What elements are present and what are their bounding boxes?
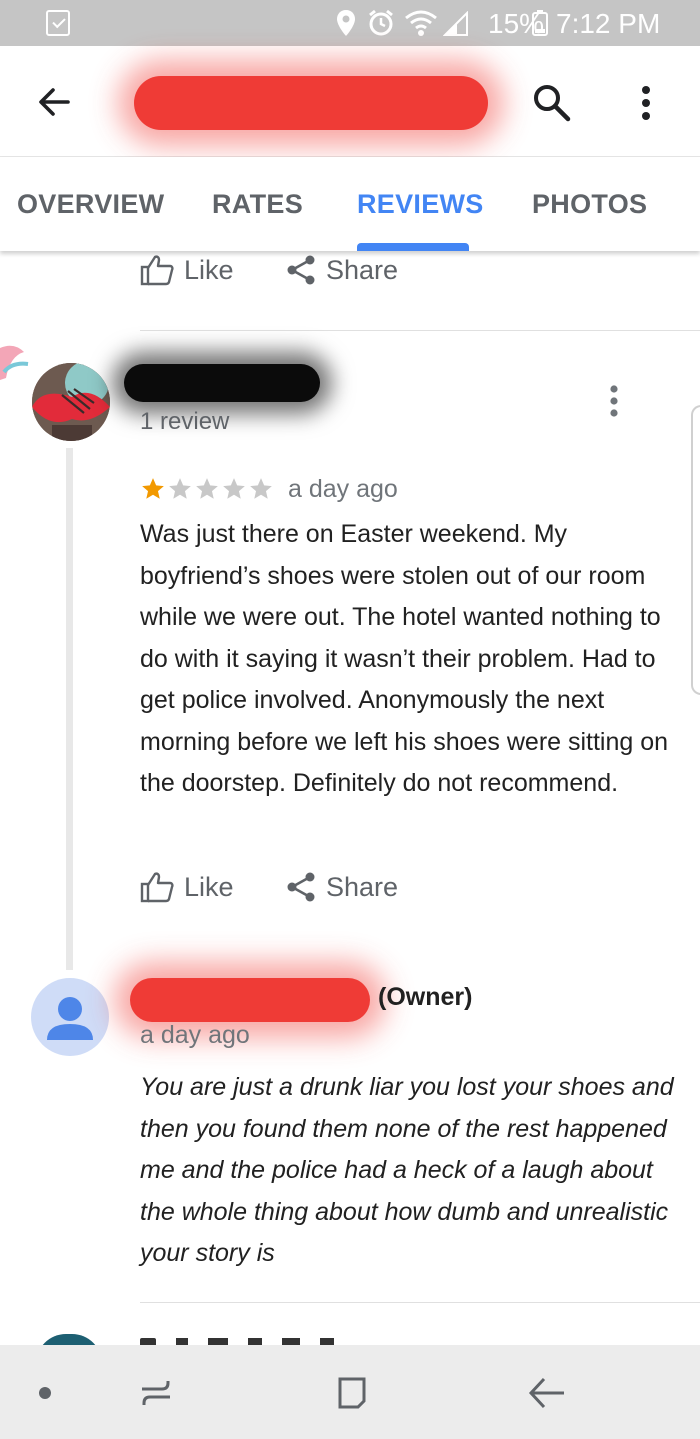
tab-overview[interactable]: OVERVIEW: [17, 189, 164, 220]
reviewer-avatar-image: [32, 363, 110, 441]
home-icon: [338, 1377, 366, 1409]
search-button[interactable]: [532, 83, 572, 123]
divider: [140, 330, 700, 331]
tab-bar: OVERVIEW RATES REVIEWS PHOTOS: [0, 157, 700, 251]
system-nav-bar: [0, 1345, 700, 1439]
active-tab-indicator: [357, 243, 469, 251]
alarm-icon: [367, 9, 395, 37]
status-bar: 15% 7:12 PM: [0, 0, 700, 46]
divider: [140, 1302, 700, 1303]
location-icon: [336, 9, 356, 37]
like-label: Like: [184, 254, 234, 285]
share-icon: [287, 255, 315, 285]
tab-rates[interactable]: RATES: [212, 189, 303, 220]
arrow-left-icon: [39, 88, 70, 116]
like-button[interactable]: Like: [140, 871, 234, 903]
partial-sticker-decoration: [0, 342, 30, 382]
person-icon: [47, 997, 93, 1040]
share-button[interactable]: Share: [286, 871, 398, 903]
thumbs-up-icon: [140, 255, 174, 286]
more-vert-icon: [610, 385, 618, 417]
wifi-icon: [404, 9, 438, 37]
owner-reply-time: a day ago: [140, 1021, 250, 1049]
share-icon: [287, 872, 315, 902]
back-nav-button[interactable]: [528, 1375, 566, 1411]
back-button[interactable]: [36, 84, 72, 120]
thread-line: [66, 448, 73, 970]
star-rating: [140, 476, 274, 504]
more-vert-icon: [642, 86, 650, 120]
star-empty-icon: [196, 478, 218, 499]
star-empty-icon: [250, 478, 272, 499]
redacted-reviewer-name: [124, 364, 320, 402]
recent-apps-button[interactable]: [138, 1375, 174, 1411]
share-label: Share: [326, 254, 399, 285]
clock: 7:12 PM: [556, 8, 661, 39]
back-icon: [528, 1377, 564, 1409]
share-button-previous[interactable]: Share: [286, 254, 398, 286]
redacted-owner-name: [130, 978, 370, 1022]
owner-role-label: (Owner): [378, 983, 473, 1011]
star-empty-icon: [223, 478, 245, 499]
tab-reviews[interactable]: REVIEWS: [357, 189, 484, 220]
avatar[interactable]: [32, 363, 110, 441]
owner-reply-text: You are just a drunk liar you lost your …: [140, 1073, 674, 1267]
review-options-button[interactable]: [604, 383, 624, 421]
nav-dot-icon[interactable]: [39, 1387, 51, 1399]
home-button[interactable]: [334, 1375, 370, 1411]
app-bar: [0, 46, 700, 157]
search-icon: [534, 85, 571, 122]
owner-avatar: [31, 978, 109, 1056]
side-edge-handle[interactable]: [691, 405, 700, 695]
star-empty-icon: [169, 478, 191, 499]
like-button-previous[interactable]: Like: [140, 254, 234, 286]
battery-icon: [532, 10, 548, 36]
review-count: 1 review: [140, 408, 230, 435]
tab-photos[interactable]: PHOTOS: [532, 189, 647, 220]
recent-apps-icon: [142, 1381, 170, 1405]
notification-icon: [46, 10, 70, 36]
share-label: Share: [326, 871, 399, 902]
star-filled-icon: [142, 478, 164, 499]
signal-icon: [442, 10, 469, 37]
more-options-button[interactable]: [634, 84, 658, 122]
thumbs-up-icon: [140, 872, 174, 903]
redacted-hotel-name: [134, 76, 488, 130]
review-text: Was just there on Easter weekend. My boy…: [140, 520, 669, 797]
like-label: Like: [184, 871, 234, 902]
review-time: a day ago: [288, 475, 398, 503]
